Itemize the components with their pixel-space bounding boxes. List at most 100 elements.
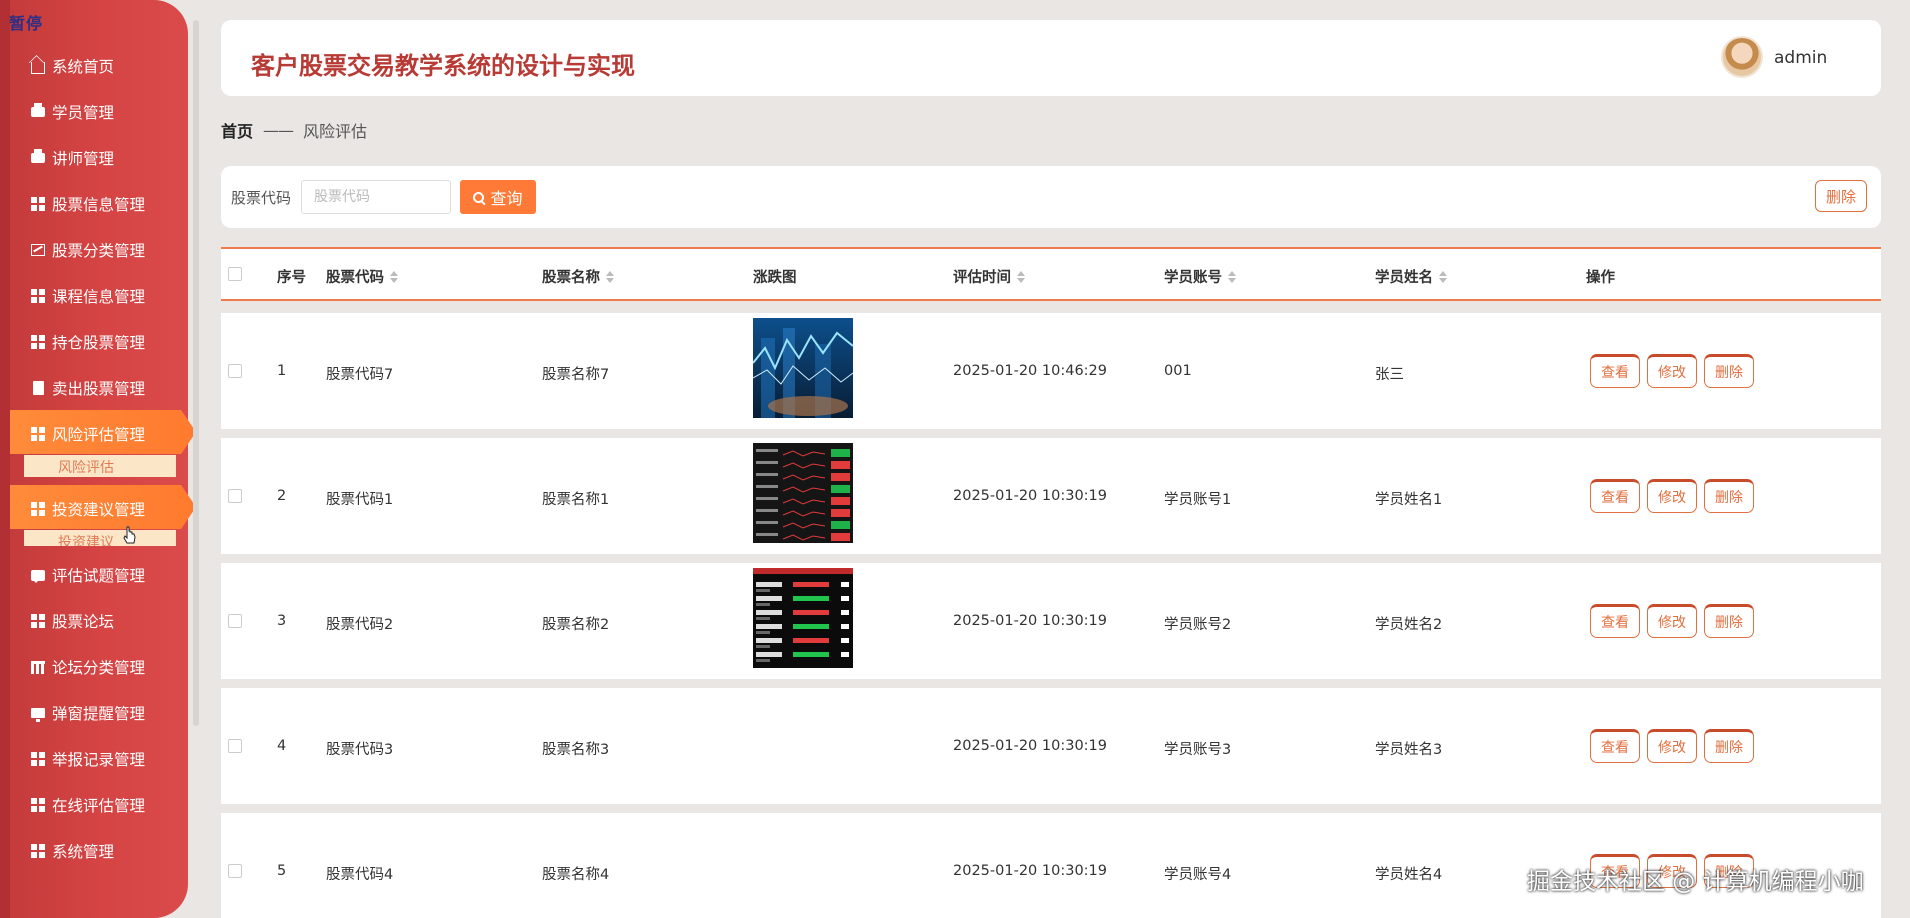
sidebar-item-label: 股票信息管理 — [52, 196, 146, 214]
view-button[interactable]: 查看 — [1590, 604, 1640, 638]
sidebar-item-label: 股票分类管理 — [52, 242, 146, 260]
submenu-advice[interactable]: 投资建议 — [24, 530, 176, 546]
sidebar-item-12[interactable]: 股票论坛 — [30, 607, 114, 635]
sidebar-item-14[interactable]: 弹窗提醒管理 — [30, 699, 145, 727]
sidebar-item-label: 投资建议管理 — [52, 501, 146, 519]
sidebar-item-label: 课程信息管理 — [52, 288, 146, 306]
sidebar-item-15[interactable]: 举报记录管理 — [30, 745, 145, 773]
sidebar-item-4[interactable]: 股票信息管理 — [30, 190, 145, 218]
row-stock-name: 股票名称3 — [542, 742, 610, 758]
column-header-actions: 操作 — [1586, 266, 1615, 287]
row-stock-code: 股票代码2 — [326, 617, 394, 633]
column-header-no: 序号 — [277, 266, 306, 287]
sidebar-item-16[interactable]: 在线评估管理 — [30, 791, 145, 819]
column-header-time[interactable]: 评估时间 — [953, 266, 1025, 287]
column-header-code-label: 股票代码 — [326, 270, 384, 286]
delete-button[interactable]: 删除 — [1704, 729, 1754, 763]
row-eval-time: 2025-01-20 10:30:19 — [953, 738, 1107, 754]
paused-label: 暂停 — [9, 14, 44, 33]
row-eval-time: 2025-01-20 10:30:19 — [953, 613, 1107, 629]
sidebar-item-13[interactable]: 论坛分类管理 — [30, 653, 145, 681]
row-no: 2 — [277, 488, 287, 504]
column-header-no-label: 序号 — [277, 270, 306, 286]
edit-button[interactable]: 修改 — [1647, 729, 1697, 763]
query-button[interactable]: 查询 — [460, 180, 536, 214]
row-checkbox[interactable] — [228, 739, 242, 753]
edit-button[interactable]: 修改 — [1647, 604, 1697, 638]
sidebar-item-17[interactable]: 系统管理 — [30, 837, 114, 865]
sidebar-item-11[interactable]: 评估试题管理 — [30, 561, 145, 589]
row-checkbox[interactable] — [228, 489, 242, 503]
table-icon — [30, 659, 46, 675]
row-student-account: 学员账号2 — [1164, 617, 1232, 633]
table-row: 1 股票代码7 股票名称7 2025-01-20 10:46:29 001 张三 查看 修改删… — [221, 313, 1881, 429]
edit-button[interactable]: 修改 — [1647, 479, 1697, 513]
row-student-name: 学员姓名4 — [1375, 867, 1443, 883]
sidebar-item-2[interactable]: 学员管理 — [30, 98, 114, 126]
sidebar-item-1[interactable]: 系统首页 — [30, 52, 114, 80]
sort-icon[interactable] — [1439, 270, 1447, 283]
avatar[interactable] — [1721, 36, 1763, 78]
sidebar-item-label: 学员管理 — [52, 104, 115, 122]
column-header-code[interactable]: 股票代码 — [326, 266, 398, 287]
delete-button[interactable]: 删除 — [1704, 354, 1754, 388]
row-checkbox[interactable] — [228, 614, 242, 628]
sidebar-item-10[interactable]: 投资建议管理 — [30, 495, 145, 523]
delete-button[interactable]: 删除 — [1704, 479, 1754, 513]
sidebar-item-9[interactable]: 风险评估管理 — [30, 420, 145, 448]
sort-icon[interactable] — [1017, 270, 1025, 283]
view-button[interactable]: 查看 — [1590, 479, 1640, 513]
submenu-risk-label: 风险评估 — [58, 460, 114, 476]
sidebar-item-6[interactable]: 课程信息管理 — [30, 282, 145, 310]
row-stock-name: 股票名称2 — [542, 617, 610, 633]
breadcrumb-current: 风险评估 — [303, 122, 368, 141]
sidebar-item-3[interactable]: 讲师管理 — [30, 144, 114, 172]
submenu-advice-label: 投资建议 — [58, 535, 114, 546]
table-header: 序号 股票代码 股票名称 涨跌图 评估时间 学员账号 学员姓名 操作 — [221, 247, 1881, 301]
row-student-name: 学员姓名3 — [1375, 742, 1443, 758]
print-icon — [30, 149, 46, 166]
stock-code-search-input[interactable] — [301, 180, 451, 214]
column-header-student[interactable]: 学员姓名 — [1375, 266, 1447, 287]
table-row: 2 股票代码1 股票名称1 2025-01-20 10:30:19 学员账号1 学员姓名1… — [221, 438, 1881, 554]
sidebar-item-label: 论坛分类管理 — [52, 659, 146, 677]
submenu-risk[interactable]: 风险评估 — [24, 455, 176, 477]
user-name[interactable]: admin — [1774, 48, 1827, 68]
select-all-checkbox[interactable] — [228, 267, 242, 281]
breadcrumb-home[interactable]: 首页 — [221, 118, 253, 142]
header: 客户股票交易教学系统的设计与实现 admin — [221, 20, 1881, 96]
sidebar-item-5[interactable]: 股票分类管理 — [30, 236, 145, 264]
sidebar-item-7[interactable]: 持仓股票管理 — [30, 328, 145, 356]
search-icon — [471, 189, 487, 205]
row-chart-image[interactable] — [753, 318, 853, 418]
edit-button[interactable]: 修改 — [1647, 354, 1697, 388]
view-button[interactable]: 查看 — [1590, 354, 1640, 388]
print-icon — [30, 103, 46, 120]
sidebar-scrollbar[interactable] — [193, 20, 199, 726]
sort-icon[interactable] — [1228, 270, 1236, 283]
sidebar-item-label: 风险评估管理 — [52, 426, 146, 444]
column-header-account-label: 学员账号 — [1164, 270, 1222, 286]
row-no: 4 — [277, 738, 287, 754]
sort-icon[interactable] — [390, 270, 398, 283]
row-checkbox[interactable] — [228, 864, 242, 878]
sidebar-item-8[interactable]: 卖出股票管理 — [30, 374, 145, 402]
column-header-account[interactable]: 学员账号 — [1164, 266, 1236, 287]
sidebar-item-label: 举报记录管理 — [52, 751, 146, 769]
sort-icon[interactable] — [606, 270, 614, 283]
batch-delete-button[interactable]: 删除 — [1815, 180, 1867, 212]
view-button[interactable]: 查看 — [1590, 729, 1640, 763]
row-chart-image[interactable] — [753, 443, 853, 543]
row-checkbox[interactable] — [228, 364, 242, 378]
sidebar-item-label: 股票论坛 — [52, 613, 115, 631]
row-no: 1 — [277, 363, 287, 379]
sidebar-item-label: 持仓股票管理 — [52, 334, 146, 352]
app-title: 客户股票交易教学系统的设计与实现 — [251, 52, 635, 80]
delete-button[interactable]: 删除 — [1704, 604, 1754, 638]
grid-icon — [30, 426, 46, 442]
row-chart-image[interactable] — [753, 568, 853, 668]
column-header-name[interactable]: 股票名称 — [542, 266, 614, 287]
row-student-name: 张三 — [1375, 367, 1404, 383]
grid-icon — [30, 843, 46, 859]
search-panel: 股票代码 查询 删除 — [221, 166, 1881, 228]
